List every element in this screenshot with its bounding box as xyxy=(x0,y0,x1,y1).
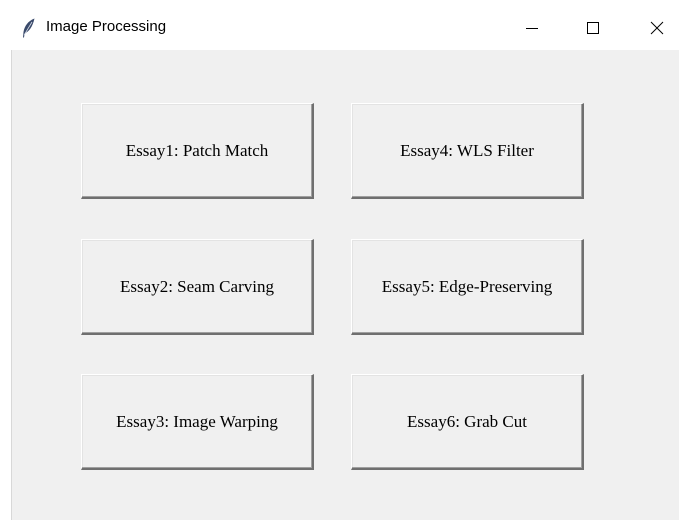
essay6-grab-cut-button[interactable]: Essay6: Grab Cut xyxy=(351,374,584,470)
feather-icon xyxy=(23,18,35,38)
essay2-seam-carving-button[interactable]: Essay2: Seam Carving xyxy=(81,239,314,335)
client-area: Essay1: Patch Match Essay4: WLS Filter E… xyxy=(11,50,679,520)
minimize-icon xyxy=(526,28,538,29)
essay1-patch-match-button[interactable]: Essay1: Patch Match xyxy=(81,103,314,199)
maximize-icon xyxy=(587,22,599,34)
minimize-button[interactable] xyxy=(517,13,547,43)
essay4-wls-filter-button[interactable]: Essay4: WLS Filter xyxy=(351,103,584,199)
close-icon xyxy=(650,21,664,35)
title-bar[interactable]: Image Processing xyxy=(0,0,679,50)
window-title: Image Processing xyxy=(46,18,167,35)
app-window: Image Processing Essay1: Patch Match Ess… xyxy=(0,0,679,520)
essay3-image-warping-button[interactable]: Essay3: Image Warping xyxy=(81,374,314,470)
essay5-edge-preserving-button[interactable]: Essay5: Edge-Preserving xyxy=(351,239,584,335)
maximize-button[interactable] xyxy=(578,13,608,43)
close-button[interactable] xyxy=(642,13,672,43)
